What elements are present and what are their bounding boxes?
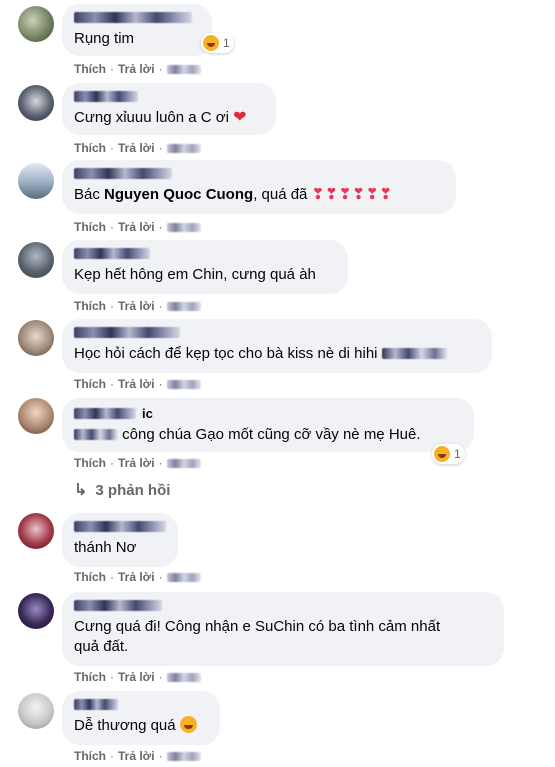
reply-arrow-icon: ↳ [74, 482, 88, 499]
reply-link[interactable]: Trả lời [118, 299, 155, 313]
mention-link[interactable]: Nguyen Quoc Cuong [104, 186, 253, 203]
commenter-name[interactable] [74, 248, 150, 259]
timestamp[interactable] [166, 572, 201, 582]
like-link[interactable]: Thích [74, 377, 106, 391]
separator: · [158, 670, 163, 684]
comment-bubble: Cưng quá đi! Công nhận e SuChin có ba tì… [62, 592, 504, 666]
like-link[interactable]: Thích [74, 220, 106, 234]
like-link[interactable]: Thích [74, 299, 106, 313]
reply-link[interactable]: Trả lời [118, 62, 155, 76]
avatar[interactable] [18, 163, 54, 199]
separator: · [158, 220, 163, 234]
comment-text: Kẹp hết hông em Chin, cưng quá àh [74, 266, 316, 283]
comment-text: Bác Nguyen Quoc Cuong, quá đã ❣❣❣❣❣❣ [74, 186, 393, 203]
timestamp[interactable] [166, 379, 201, 389]
separator: · [158, 377, 163, 391]
separator: · [158, 62, 163, 76]
separator: · [110, 377, 114, 391]
separator: · [158, 749, 163, 763]
avatar[interactable] [18, 593, 54, 629]
separator: · [110, 749, 114, 763]
like-link[interactable]: Thích [74, 62, 106, 76]
comment-text: Rụng tim [74, 30, 135, 47]
comment-text-line: quả đất. [74, 638, 129, 655]
timestamp[interactable] [166, 672, 201, 682]
timestamp[interactable] [166, 222, 201, 232]
like-link[interactable]: Thích [74, 670, 106, 684]
like-link[interactable]: Thích [74, 570, 106, 584]
separator: · [158, 299, 163, 313]
separator: · [110, 62, 114, 76]
reply-link[interactable]: Trả lời [118, 377, 155, 391]
separator: · [110, 220, 114, 234]
comment-bubble: Cưng xỉuuu luôn a C ơi ❤ [62, 83, 276, 135]
avatar[interactable] [18, 693, 54, 729]
replies-label: 3 phản hồi [95, 481, 171, 499]
like-link[interactable]: Thích [74, 456, 106, 470]
timestamp[interactable] [166, 64, 201, 74]
timestamp[interactable] [166, 143, 201, 153]
view-replies-link[interactable]: ↳ 3 phản hồi [74, 480, 170, 500]
heart-icon: ❤ [233, 109, 247, 126]
reply-link[interactable]: Trả lời [118, 141, 155, 155]
hearts-emoji-icon: ❣❣❣❣❣❣ [311, 186, 393, 203]
avatar[interactable] [18, 320, 54, 356]
comment-text: Dễ thương quá [74, 716, 208, 736]
reaction-count: 1 [454, 447, 461, 461]
reaction-badge[interactable]: 1 [432, 444, 465, 464]
reaction-count: 1 [223, 36, 230, 50]
avatar[interactable] [18, 398, 54, 434]
separator: · [158, 456, 163, 470]
commenter-name[interactable] [74, 600, 162, 611]
comment-bubble: Bác Nguyen Quoc Cuong, quá đã ❣❣❣❣❣❣ [62, 160, 456, 214]
comment-text: thánh Nơ [74, 539, 137, 556]
comment-bubble: ic công chúa Gạo mốt cũng cỡ vầy nè mẹ H… [62, 398, 474, 452]
commenter-name[interactable] [74, 91, 138, 102]
comment-bubble: Kẹp hết hông em Chin, cưng quá àh [62, 240, 348, 294]
laughing-emoji-icon [179, 716, 197, 733]
commenter-name[interactable] [74, 327, 180, 338]
avatar[interactable] [18, 513, 54, 549]
comment-bubble: thánh Nơ [62, 513, 178, 567]
comment-text: Cưng xỉuuu luôn a C ơi ❤ [74, 109, 247, 126]
separator: · [158, 570, 163, 584]
reaction-badge[interactable]: 1 [201, 33, 234, 53]
comment-bubble: Dễ thương quá [62, 691, 220, 745]
reply-link[interactable]: Trả lời [118, 670, 155, 684]
reply-link[interactable]: Trả lời [118, 749, 155, 763]
separator: · [158, 141, 163, 155]
separator: · [110, 456, 114, 470]
like-link[interactable]: Thích [74, 141, 106, 155]
reply-link[interactable]: Trả lời [118, 570, 155, 584]
separator: · [110, 670, 114, 684]
timestamp[interactable] [166, 751, 201, 761]
avatar[interactable] [18, 242, 54, 278]
comment-bubble: Học hỏi cách để kẹp tọc cho bà kiss nè d… [62, 319, 492, 373]
commenter-name-fragment: ic [142, 406, 153, 421]
separator: · [110, 141, 114, 155]
avatar[interactable] [18, 85, 54, 121]
comment-text: Học hỏi cách để kẹp tọc cho bà kiss nè d… [74, 344, 480, 364]
separator: · [110, 299, 114, 313]
mention-link[interactable] [381, 348, 448, 359]
comment-bubble: Rụng tim [62, 4, 212, 56]
haha-emoji-icon [203, 35, 219, 51]
comment-text: công chúa Gạo mốt cũng cỡ vầy nè mẹ Huê. [74, 425, 462, 445]
commenter-name[interactable] [74, 168, 172, 179]
commenter-name[interactable] [74, 12, 192, 23]
commenter-name[interactable] [74, 408, 136, 419]
care-emoji-icon [434, 446, 450, 462]
separator: · [110, 570, 114, 584]
commenter-name[interactable] [74, 521, 166, 532]
comment-text-line: Cưng quá đi! Công nhận e SuChin có ba tì… [74, 618, 441, 635]
avatar[interactable] [18, 6, 54, 42]
timestamp[interactable] [166, 301, 201, 311]
timestamp[interactable] [166, 458, 201, 468]
like-link[interactable]: Thích [74, 749, 106, 763]
reply-link[interactable]: Trả lời [118, 456, 155, 470]
reply-link[interactable]: Trả lời [118, 220, 155, 234]
mention-link[interactable] [74, 429, 118, 440]
commenter-name[interactable] [74, 699, 118, 710]
